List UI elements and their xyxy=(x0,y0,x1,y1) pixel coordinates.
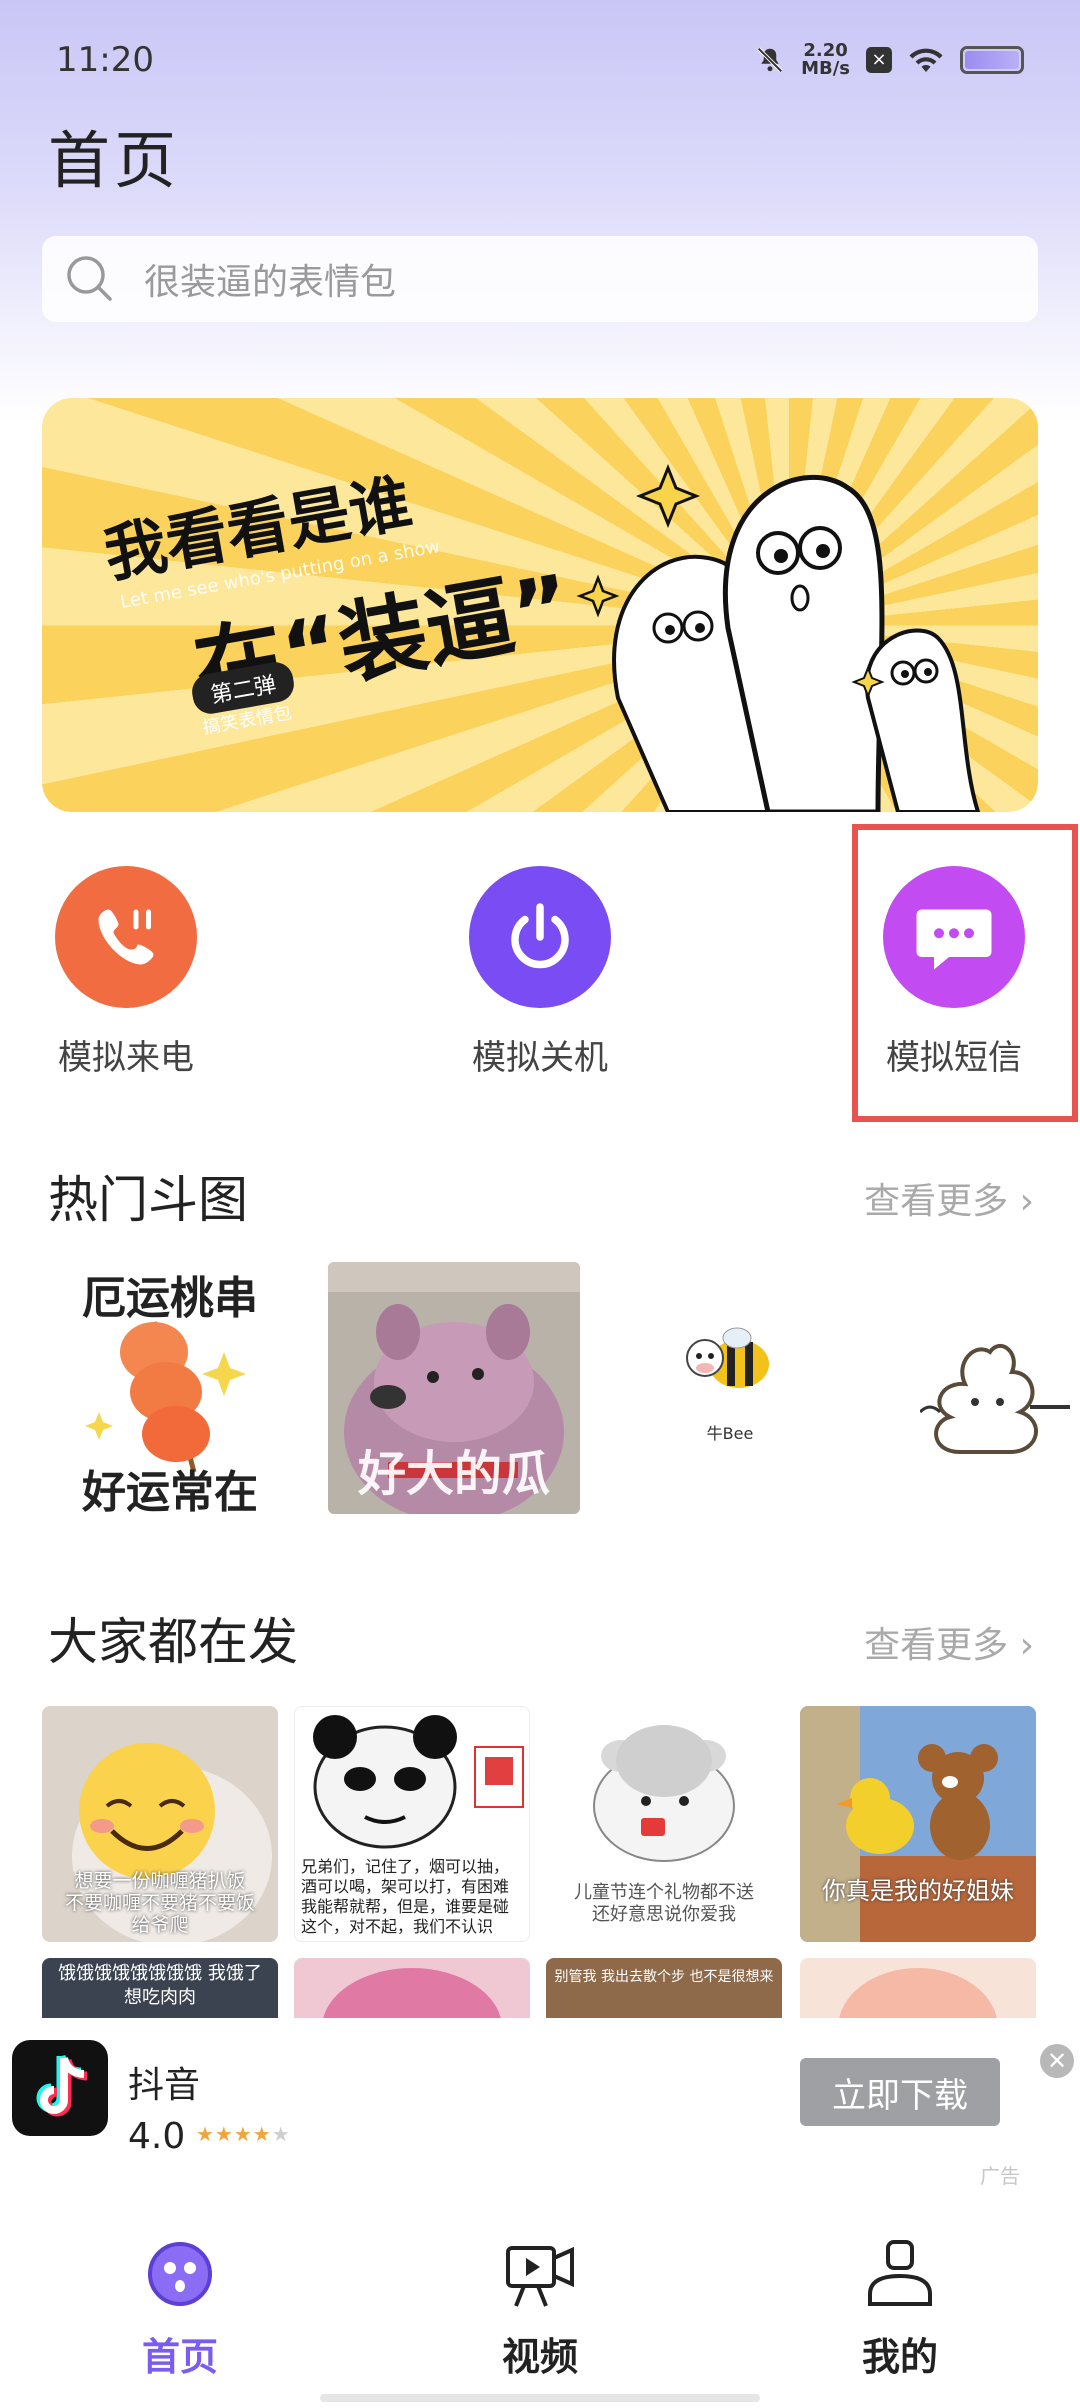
status-bar: 11:20 2.20 MB/s × xyxy=(0,0,1080,110)
sticker-caption: 好大的瓜 xyxy=(357,1446,550,1502)
quick-action-fake-shutdown[interactable]: 模拟关机 xyxy=(420,866,660,1079)
tom-jerry-image xyxy=(800,1706,1036,1942)
meme-card[interactable] xyxy=(800,1958,1036,2018)
profile-icon xyxy=(868,2240,932,2306)
meme-caption: 你真是我的好姐妹 xyxy=(822,1877,1014,1905)
meme-card[interactable]: 别管我 我出去散个步 也不是很想来 xyxy=(546,1958,782,2018)
peach-skewer-image xyxy=(85,1321,246,1472)
cow-bee-image xyxy=(686,1327,769,1388)
star-rating-icon: ★★★★★ xyxy=(196,2122,291,2146)
poop-cartoon-image xyxy=(920,1344,1070,1454)
video-camera-icon xyxy=(506,2246,574,2307)
power-icon xyxy=(469,866,611,1008)
ad-close-icon[interactable]: ✕ xyxy=(1040,2044,1074,2078)
home-indicator[interactable] xyxy=(320,2394,760,2402)
meme-caption: 儿童节连个礼物都不送 还好意思说你爱我 xyxy=(574,1882,754,1925)
phone-icon xyxy=(55,866,197,1008)
meme-caption: 兄弟们，记住了，烟可以抽，酒可以喝，架可以打，有困难我能帮就帮，但是，谁要是碰这… xyxy=(301,1857,510,1936)
hot-see-more-link[interactable]: 查看更多 › xyxy=(864,1172,1034,1224)
status-icons: 2.20 MB/s × xyxy=(755,42,1024,78)
meme-caption: 别管我 我出去散个步 也不是很想来 xyxy=(554,1969,774,1985)
wifi-icon xyxy=(909,48,943,72)
nav-label: 首页 xyxy=(141,2335,218,2379)
ad-banner[interactable]: 抖音 4.0 ★★★★★ 立即下载 ✕ 广告 xyxy=(0,2020,1080,2210)
promo-banner[interactable]: 我看看是谁 Let me see who's putting on a show… xyxy=(42,398,1038,812)
hot-sticker-poop[interactable] xyxy=(880,1262,1080,1514)
douyin-app-icon xyxy=(12,2040,108,2136)
quick-action-label: 模拟关机 xyxy=(472,1038,608,1078)
ad-label: 广告 xyxy=(980,2164,1020,2188)
meme-card[interactable] xyxy=(294,1958,530,2018)
nav-video[interactable]: 视频 xyxy=(440,2234,640,2381)
peach-face-image xyxy=(839,1968,997,2018)
search-icon xyxy=(67,256,112,301)
meme-card[interactable]: 你真是我的好姐妹 xyxy=(800,1706,1036,1942)
hot-sticker-peach[interactable]: 厄运桃串 好运常在 xyxy=(44,1262,296,1514)
meme-card[interactable]: 想要一份咖喱猪扒饭 不要咖喱不要猪不要饭 给爷爬 xyxy=(42,1706,278,1942)
highlight-box xyxy=(852,824,1078,1122)
network-speed-unit: MB/s xyxy=(801,58,850,79)
battery-level xyxy=(965,51,1019,69)
ad-app-name: 抖音 xyxy=(128,2065,201,2106)
nav-profile[interactable]: 我的 xyxy=(800,2234,1000,2381)
meme-card[interactable]: 儿童节连个礼物都不送 还好意思说你爱我 xyxy=(546,1706,782,1942)
meme-caption: 想要一份咖喱猪扒饭 不要咖喱不要猪不要饭 给爷爬 xyxy=(64,1870,255,1936)
section-title-hot: 热门斗图 xyxy=(48,1171,248,1229)
everyone-see-more-link[interactable]: 查看更多 › xyxy=(864,1616,1034,1668)
battery-icon xyxy=(960,46,1024,74)
sticker-caption: 牛Bee xyxy=(706,1424,754,1443)
ad-download-button[interactable]: 立即下载 xyxy=(800,2058,1000,2126)
sticker-text-bottom: 好运常在 xyxy=(82,1467,258,1514)
search-bar[interactable]: 很装逼的表情包 xyxy=(42,236,1038,322)
nav-label: 视频 xyxy=(501,2335,578,2379)
nav-label: 我的 xyxy=(861,2335,938,2379)
home-face-icon xyxy=(148,2242,212,2306)
banner-cartoon-illustration xyxy=(576,463,981,812)
quick-action-label: 模拟来电 xyxy=(58,1038,194,1078)
ad-rating: 4.0 xyxy=(128,2116,186,2157)
section-title-everyone: 大家都在发 xyxy=(48,1613,298,1671)
search-placeholder: 很装逼的表情包 xyxy=(144,262,397,303)
panda-meme-image xyxy=(313,1715,524,1849)
meme-card[interactable]: 兄弟们，记住了，烟可以抽，酒可以喝，架可以打，有困难我能帮就帮，但是，谁要是碰这… xyxy=(294,1706,530,1942)
hot-sticker-dog[interactable]: 好大的瓜 xyxy=(328,1262,580,1514)
network-speed: 2.20 MB/s xyxy=(801,42,850,78)
bell-off-icon xyxy=(757,47,783,73)
quick-action-fake-call[interactable]: 模拟来电 xyxy=(6,866,246,1079)
hot-sticker-cow-bee[interactable]: 牛Bee xyxy=(604,1262,856,1514)
pink-hair-image xyxy=(323,1968,501,2018)
no-sim-icon: × xyxy=(866,47,892,73)
page-title: 首页 xyxy=(48,124,181,197)
hamster-image xyxy=(593,1725,735,1862)
nav-home[interactable]: 首页 xyxy=(80,2234,280,2381)
status-time: 11:20 xyxy=(56,40,154,80)
meme-card[interactable]: 饿饿饿饿饿饿饿饿 我饿了 想吃肉肉 xyxy=(42,1958,278,2018)
bottom-navigation: 首页 视频 我的 xyxy=(0,2210,1080,2408)
meme-caption: 饿饿饿饿饿饿饿饿 我饿了 想吃肉肉 xyxy=(58,1963,262,2008)
